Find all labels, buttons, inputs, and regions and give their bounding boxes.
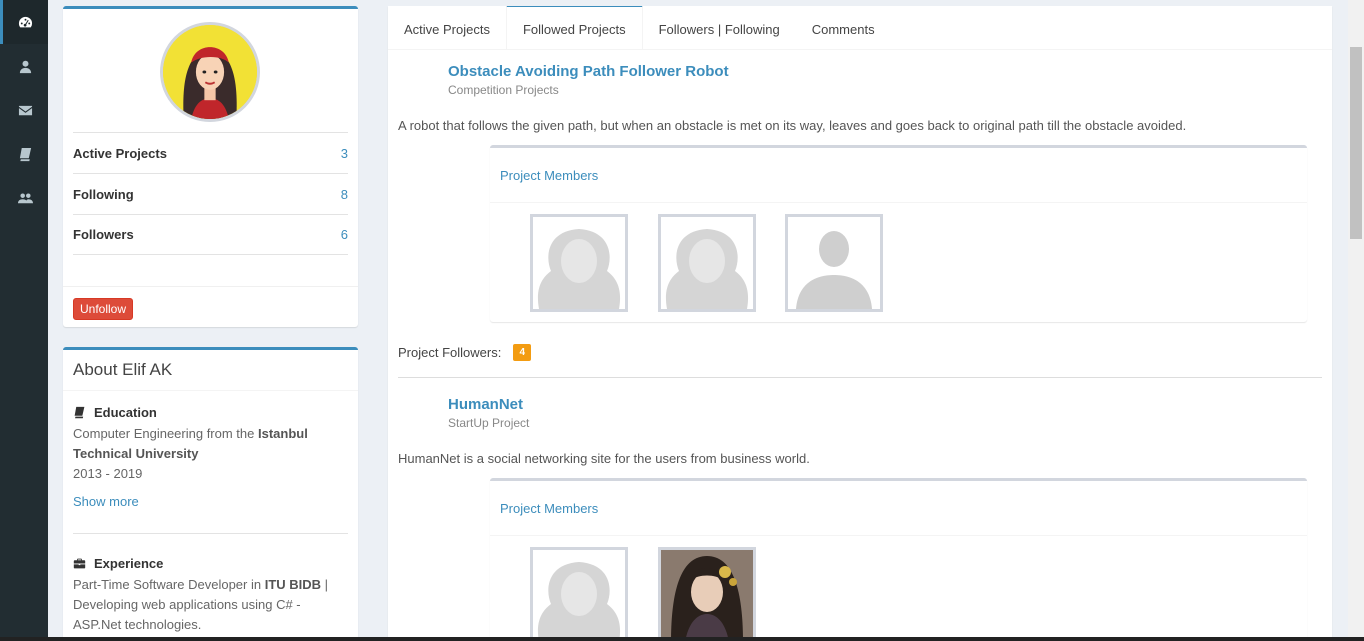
member-avatar[interactable] (530, 214, 628, 312)
about-card: About Elif AK Education Computer Enginee… (63, 347, 358, 641)
sidebar-item-groups[interactable] (0, 176, 48, 220)
divider (63, 390, 358, 391)
education-prefix: Computer Engineering from the (73, 426, 258, 441)
book-icon (74, 406, 85, 419)
education-heading-label: Education (94, 405, 157, 420)
project-members-box: Project Members (490, 478, 1307, 641)
profile-card: Active Projects 3 Following 8 Followers … (63, 6, 358, 327)
experience-heading: Experience (73, 556, 163, 571)
female-silhouette-icon (665, 229, 749, 309)
icon-sidebar (0, 0, 48, 641)
stat-value[interactable]: 3 (341, 146, 348, 161)
bottom-edge (0, 637, 1364, 641)
portrait-photo-icon (661, 550, 753, 641)
tab-active-projects[interactable]: Active Projects (388, 6, 506, 49)
organization-name: ITU BIDB (264, 577, 322, 592)
female-silhouette-icon (538, 562, 620, 641)
unfollow-button[interactable]: Unfollow (73, 298, 134, 320)
tab-bar: Active Projects Followed Projects Follow… (388, 6, 1332, 50)
avatar (160, 22, 260, 122)
education-heading: Education (73, 405, 157, 420)
users-icon (18, 192, 33, 203)
education-text: Computer Engineering from the Istanbul T… (73, 424, 343, 484)
about-title: About Elif AK (73, 360, 173, 379)
project-members-box: Project Members (490, 145, 1307, 322)
sidebar-item-dashboard[interactable] (0, 0, 48, 44)
briefcase-icon (73, 558, 86, 569)
project-title-link[interactable]: Obstacle Avoiding Path Follower Robot (448, 63, 729, 80)
project-followers: Project Followers: 4 (398, 344, 532, 361)
experience-prefix: Part-Time Software Developer in (73, 577, 265, 592)
envelope-icon (18, 105, 33, 115)
project-description: A robot that follows the given path, but… (398, 118, 1187, 133)
stat-followers[interactable]: Followers 6 (73, 214, 348, 255)
education-years: 2013 - 2019 (73, 466, 143, 481)
stat-label: Following (73, 186, 134, 202)
stat-label: Active Projects (73, 145, 167, 161)
project-members-title[interactable]: Project Members (490, 148, 1307, 203)
tab-panel: Active Projects Followed Projects Follow… (388, 6, 1332, 641)
followers-count-badge[interactable]: 4 (513, 344, 532, 361)
stat-active-projects[interactable]: Active Projects 3 (73, 132, 348, 173)
dashboard-icon (18, 16, 33, 27)
experience-text: Part-Time Software Developer in ITU BIDB… (73, 575, 343, 635)
female-silhouette-icon (537, 229, 621, 309)
tab-followers-following[interactable]: Followers | Following (643, 6, 796, 49)
project-followers-label: Project Followers: (398, 345, 502, 360)
profile-stats: Active Projects 3 Following 8 Followers … (73, 132, 348, 255)
sidebar-item-profile[interactable] (0, 44, 48, 88)
member-avatar[interactable] (530, 547, 628, 641)
member-avatar[interactable] (658, 547, 756, 641)
stat-value[interactable]: 6 (341, 227, 348, 242)
show-more-link[interactable]: Show more (73, 494, 139, 509)
book-icon (19, 147, 32, 161)
stat-value[interactable]: 8 (341, 187, 348, 202)
male-silhouette-icon (796, 231, 872, 309)
project-title-link[interactable]: HumanNet (448, 396, 523, 413)
avatar-illustration (163, 25, 257, 119)
tab-followed-projects[interactable]: Followed Projects (505, 6, 643, 49)
project-category: StartUp Project (448, 416, 530, 430)
sidebar-item-messages[interactable] (0, 88, 48, 132)
project-category: Competition Projects (448, 83, 559, 97)
divider (63, 286, 358, 287)
project-members-title[interactable]: Project Members (490, 481, 1307, 536)
user-icon (19, 60, 32, 73)
tab-comments[interactable]: Comments (796, 6, 891, 49)
stat-label: Followers (73, 227, 134, 242)
scrollbar-thumb[interactable] (1350, 47, 1362, 239)
stat-following[interactable]: Following 8 (73, 173, 348, 214)
project-description: HumanNet is a social networking site for… (398, 451, 810, 466)
divider (398, 377, 1322, 378)
sidebar-item-projects[interactable] (0, 132, 48, 176)
member-avatar[interactable] (658, 214, 756, 312)
member-avatar[interactable] (785, 214, 883, 312)
divider (73, 533, 348, 534)
experience-heading-label: Experience (94, 556, 164, 571)
